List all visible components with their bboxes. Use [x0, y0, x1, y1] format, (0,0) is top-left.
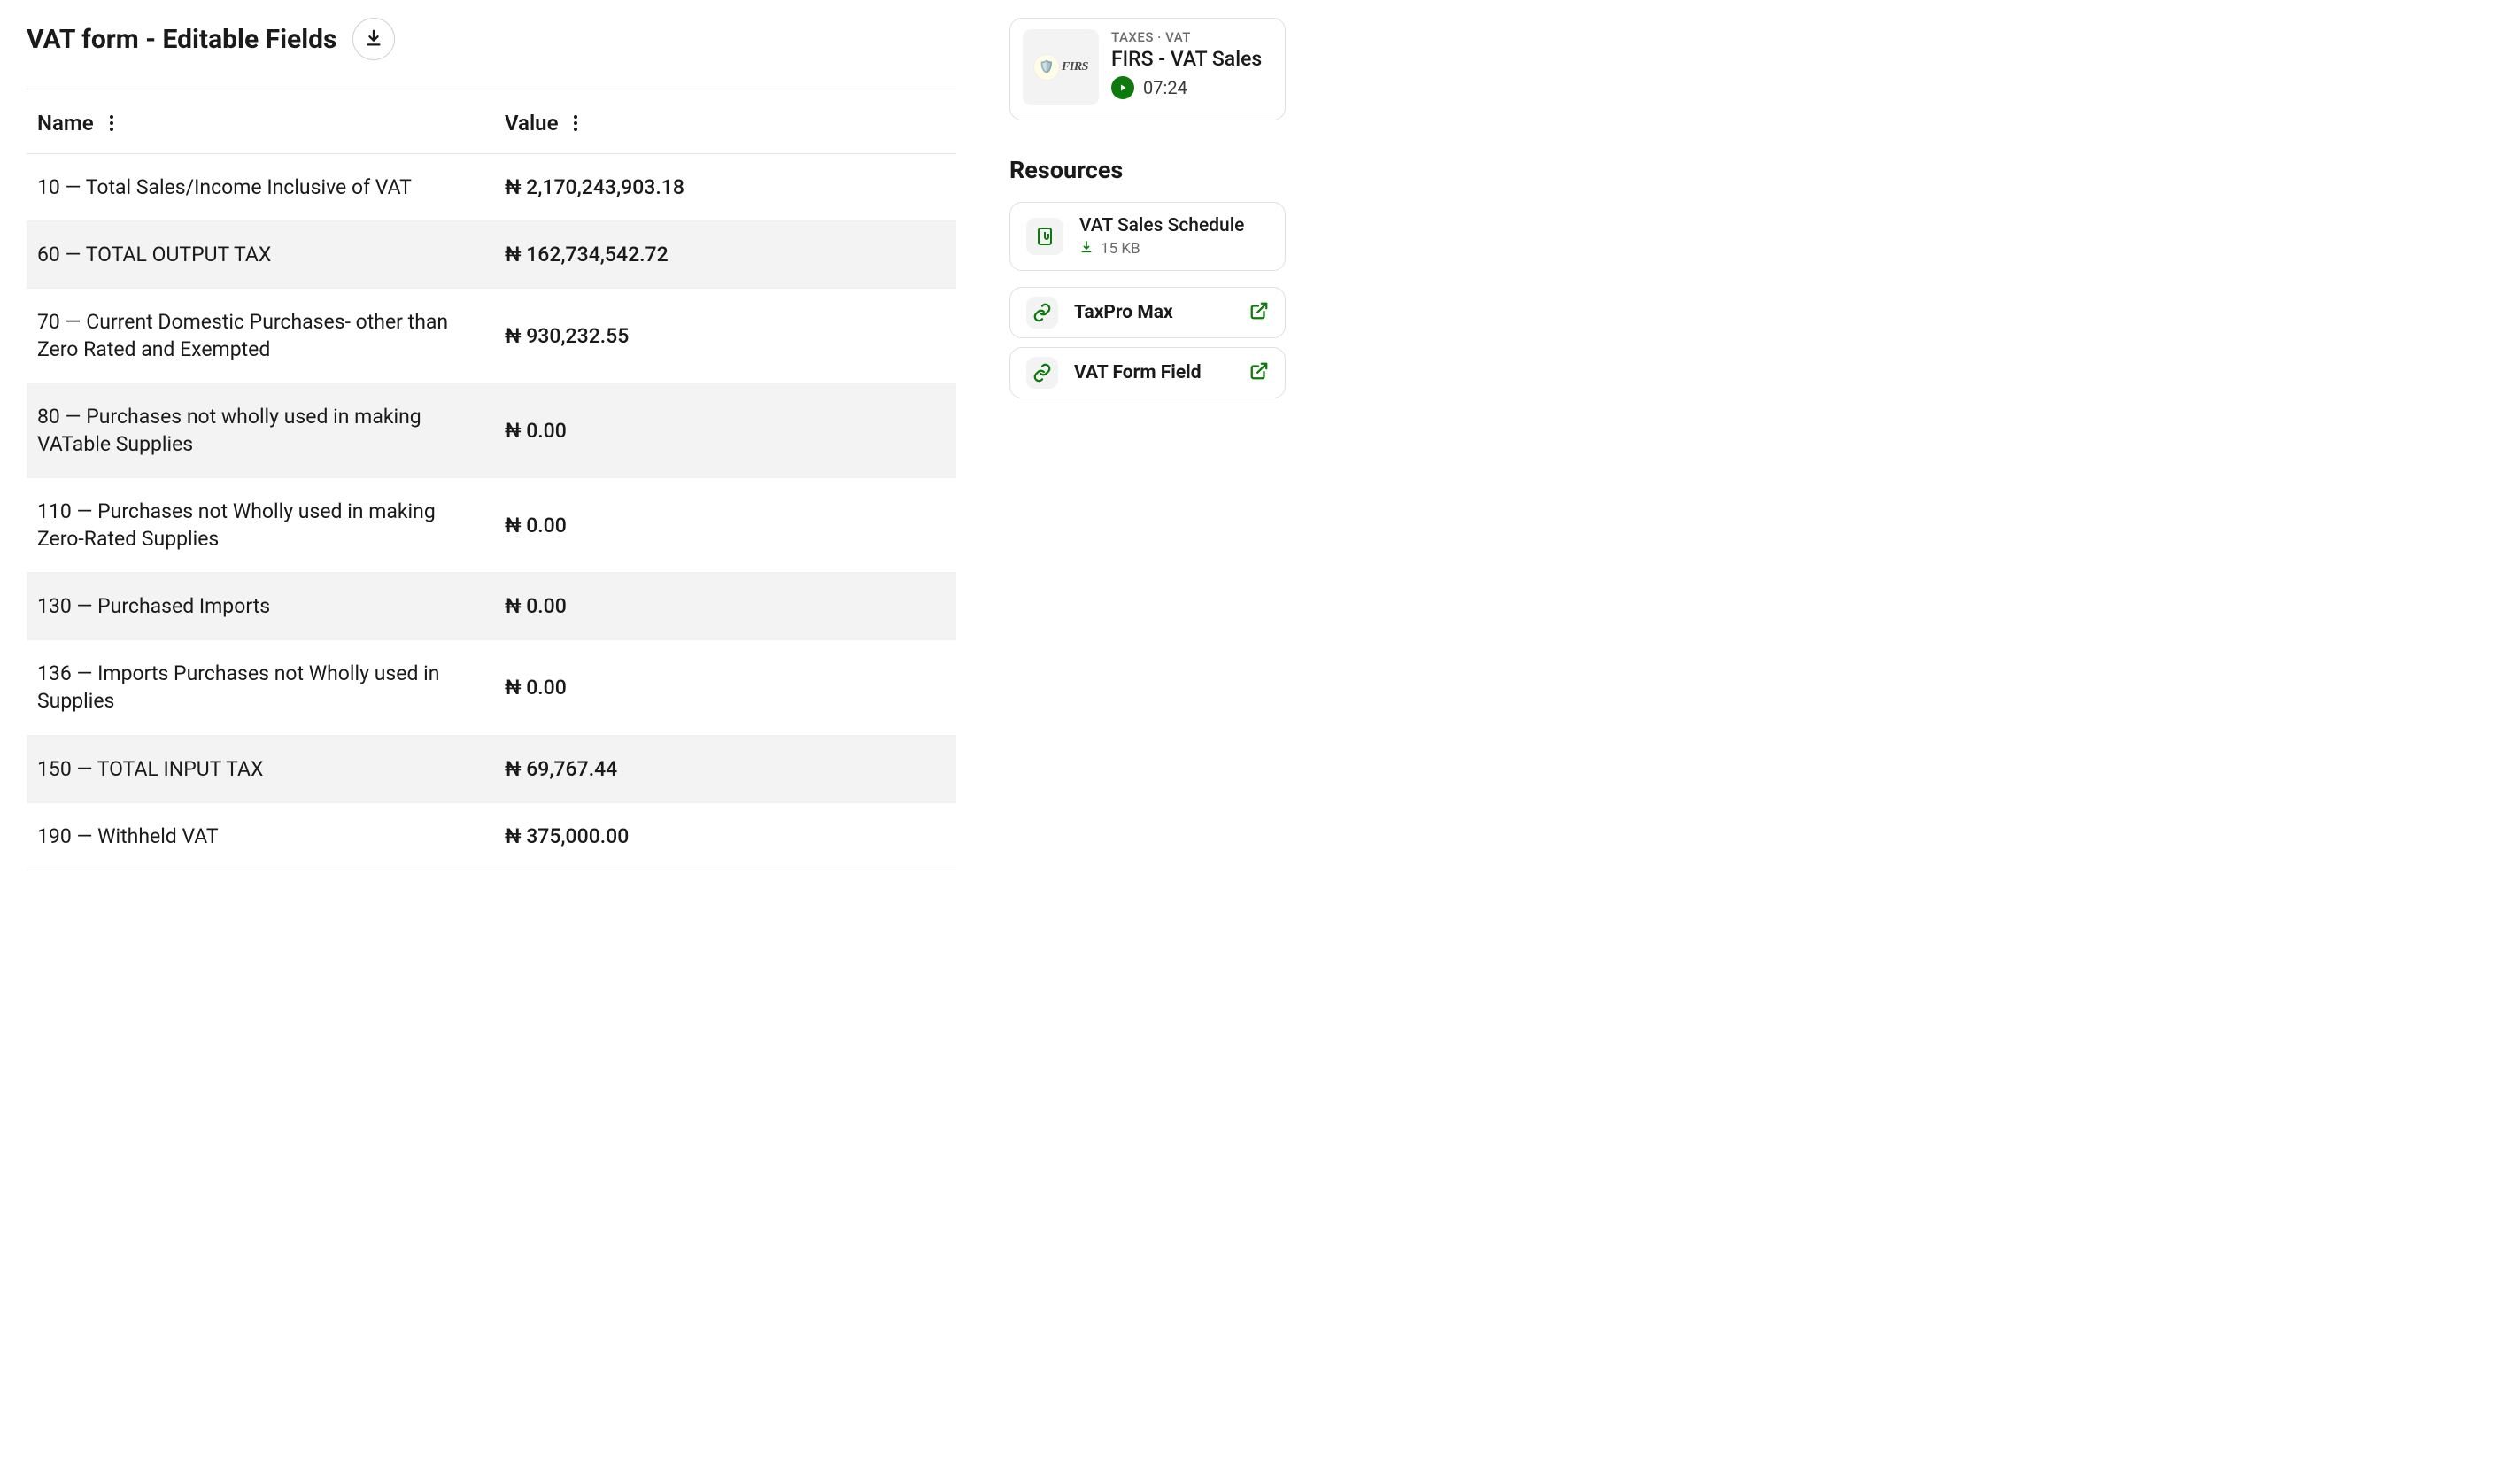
- resource-link-title: TaxPro Max: [1074, 302, 1233, 323]
- column-menu-value[interactable]: [570, 112, 581, 135]
- cell-name: 150 — TOTAL INPUT TAX: [37, 755, 505, 783]
- resource-file-title: VAT Sales Schedule: [1079, 215, 1269, 236]
- cell-name: 130 — Purchased Imports: [37, 592, 505, 620]
- table-row: 70 — Current Domestic Purchases- other t…: [27, 289, 956, 383]
- cell-value: ₦ 69,767.44: [505, 757, 946, 781]
- resource-file-card[interactable]: VAT Sales Schedule 15 KB: [1009, 202, 1286, 271]
- video-thumbnail: 🛡️ FIRS: [1023, 29, 1099, 105]
- play-icon: [1111, 76, 1134, 99]
- table-row: 110 — Purchases not Wholly used in makin…: [27, 478, 956, 573]
- external-link-icon: [1249, 361, 1269, 384]
- resource-link-card[interactable]: TaxPro Max: [1009, 287, 1286, 338]
- table-row: 10 — Total Sales/Income Inclusive of VAT…: [27, 154, 956, 221]
- video-meta: TAXES · VAT: [1111, 29, 1269, 45]
- external-link-icon: [1249, 301, 1269, 324]
- cell-name: 60 — TOTAL OUTPUT TAX: [37, 241, 505, 268]
- page-title: VAT form - Editable Fields: [27, 24, 336, 55]
- page-header: VAT form - Editable Fields: [27, 18, 956, 89]
- cell-name: 10 — Total Sales/Income Inclusive of VAT: [37, 174, 505, 201]
- resource-link-title: VAT Form Field: [1074, 362, 1233, 383]
- column-menu-name[interactable]: [106, 112, 117, 135]
- cell-value: ₦ 0.00: [505, 594, 946, 618]
- cell-name: 110 — Purchases not Wholly used in makin…: [37, 498, 505, 553]
- download-small-icon: [1079, 240, 1094, 258]
- column-header-value: Value: [505, 111, 558, 135]
- cell-value: ₦ 162,734,542.72: [505, 243, 946, 267]
- firs-logo: FIRS: [1062, 60, 1088, 74]
- cell-name: 70 — Current Domestic Purchases- other t…: [37, 308, 505, 363]
- column-header-name: Name: [37, 111, 94, 135]
- cell-value: ₦ 930,232.55: [505, 324, 946, 348]
- table-row: 130 — Purchased Imports₦ 0.00: [27, 573, 956, 640]
- table-row: 190 — Withheld VAT₦ 375,000.00: [27, 803, 956, 870]
- vat-fields-table: Name Value 10 — Total Sales/Income Inclu…: [27, 89, 956, 870]
- download-icon: [364, 28, 383, 50]
- resource-link-card[interactable]: VAT Form Field: [1009, 347, 1286, 398]
- download-button[interactable]: [352, 18, 395, 60]
- link-icon: [1026, 297, 1058, 329]
- video-duration: 07:24: [1143, 77, 1187, 98]
- resource-file-size: 15 KB: [1101, 240, 1140, 258]
- cell-value: ₦ 0.00: [505, 419, 946, 443]
- table-row: 136 — Imports Purchases not Wholly used …: [27, 640, 956, 735]
- table-row: 150 — TOTAL INPUT TAX₦ 69,767.44: [27, 736, 956, 803]
- cell-name: 136 — Imports Purchases not Wholly used …: [37, 660, 505, 715]
- cell-name: 190 — Withheld VAT: [37, 823, 505, 850]
- cell-value: ₦ 2,170,243,903.18: [505, 175, 946, 199]
- sidebar: 🛡️ FIRS TAXES · VAT FIRS - VAT Sales 07:…: [1009, 18, 1286, 870]
- video-card[interactable]: 🛡️ FIRS TAXES · VAT FIRS - VAT Sales 07:…: [1009, 18, 1286, 120]
- link-icon: [1026, 357, 1058, 389]
- file-attachment-icon: [1026, 218, 1063, 255]
- cell-value: ₦ 0.00: [505, 676, 946, 700]
- cell-name: 80 — Purchases not wholly used in making…: [37, 403, 505, 458]
- table-header-row: Name Value: [27, 89, 956, 154]
- cell-value: ₦ 375,000.00: [505, 824, 946, 848]
- video-title: FIRS - VAT Sales: [1111, 47, 1269, 71]
- cell-value: ₦ 0.00: [505, 514, 946, 537]
- resources-heading: Resources: [1009, 156, 1286, 184]
- table-row: 80 — Purchases not wholly used in making…: [27, 383, 956, 478]
- table-row: 60 — TOTAL OUTPUT TAX₦ 162,734,542.72: [27, 221, 956, 289]
- coat-of-arms-icon: 🛡️: [1033, 54, 1060, 81]
